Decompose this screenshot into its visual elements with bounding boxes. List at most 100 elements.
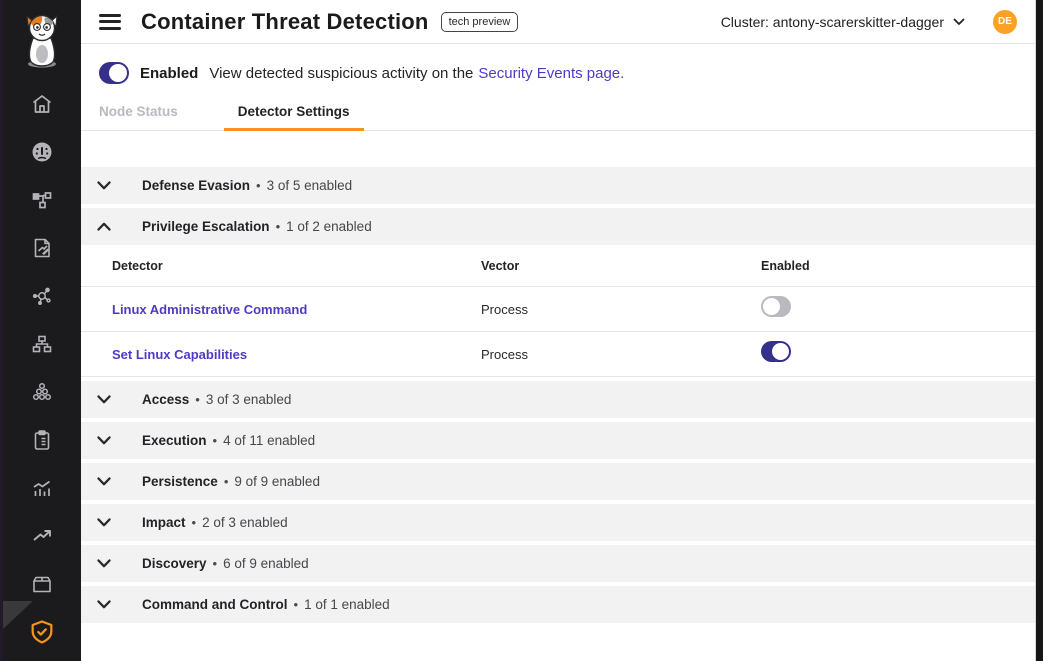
- tab-bar: Node Status Detector Settings: [81, 104, 1035, 130]
- sidebar-item-endpoints[interactable]: [3, 368, 81, 416]
- detector-row: Linux Administrative CommandProcess: [81, 287, 1035, 332]
- sidebar-item-home[interactable]: [3, 80, 81, 128]
- enabled-description: View detected suspicious activity on the: [209, 65, 473, 82]
- main-panel: Container Threat Detection tech preview …: [81, 0, 1036, 661]
- accordion-header-defense-evasion[interactable]: Defense Evasion•3 of 5 enabled: [81, 167, 1035, 204]
- subheader: Enabled View detected suspicious activit…: [81, 44, 1035, 131]
- detector-table: DetectorVectorEnabledLinux Administrativ…: [81, 245, 1035, 377]
- section-enabled-count: 2 of 3 enabled: [202, 515, 288, 530]
- accordion-header-impact[interactable]: Impact • 2 of 3 enabled: [81, 504, 1035, 541]
- bullet-separator: •: [294, 597, 299, 612]
- section-name: Execution: [142, 433, 207, 448]
- sidebar-item-dashboard[interactable]: [3, 128, 81, 176]
- chevron-down-icon: [97, 559, 111, 568]
- section-enabled-count: 6 of 9 enabled: [223, 556, 309, 571]
- tab-node-status[interactable]: Node Status: [85, 104, 192, 130]
- chevron-down-icon: [97, 600, 111, 609]
- chevron-down-icon: [97, 436, 111, 445]
- hamburger-icon: [99, 14, 121, 17]
- policies-document-icon: [30, 236, 54, 260]
- chevron-up-icon: [97, 222, 111, 231]
- detector-enabled-toggle[interactable]: [761, 341, 791, 362]
- section-enabled-count: 1 of 2 enabled: [286, 219, 372, 234]
- timeline-chart-icon: [30, 476, 54, 500]
- topology-icon: [30, 332, 54, 356]
- sidebar-item-activity[interactable]: [3, 512, 81, 560]
- bullet-separator: •: [213, 433, 218, 448]
- accordion-section: Execution • 4 of 11 enabled: [81, 422, 1035, 459]
- accordion-section: Defense Evasion•3 of 5 enabled: [81, 167, 1035, 204]
- sidebar-item-timeline[interactable]: [3, 464, 81, 512]
- detector-link[interactable]: Set Linux Capabilities: [112, 347, 481, 362]
- accordion-header-command-and-control[interactable]: Command and Control•1 of 1 enabled: [81, 586, 1035, 623]
- accordion-section: Impact • 2 of 3 enabled: [81, 504, 1035, 541]
- accordion-header-persistence[interactable]: Persistence•9 of 9 enabled: [81, 463, 1035, 500]
- user-avatar[interactable]: DE: [993, 10, 1017, 34]
- cluster-selector[interactable]: Cluster: antony-scarerskitter-dagger: [721, 14, 965, 30]
- bullet-separator: •: [192, 515, 197, 530]
- section-name: Defense Evasion: [142, 178, 250, 193]
- column-header: Detector: [112, 259, 481, 273]
- home-icon: [30, 92, 54, 116]
- bullet-separator: •: [195, 392, 200, 407]
- section-name: Persistence: [142, 474, 218, 489]
- detector-vector: Process: [481, 302, 761, 317]
- chevron-down-icon: [97, 181, 111, 190]
- topbar: Container Threat Detection tech preview …: [81, 0, 1035, 44]
- section-name: Discovery: [142, 556, 207, 571]
- section-name: Access: [142, 392, 189, 407]
- section-enabled-count: 9 of 9 enabled: [234, 474, 320, 489]
- calico-logo[interactable]: [3, 0, 81, 80]
- section-name: Privilege Escalation: [142, 219, 270, 234]
- accordion-section: Access • 3 of 3 enabled: [81, 381, 1035, 418]
- chevron-down-icon: [953, 18, 965, 26]
- endpoints-cluster-icon: [30, 380, 54, 404]
- bullet-separator: •: [276, 219, 281, 234]
- section-enabled-count: 3 of 5 enabled: [267, 178, 353, 193]
- tech-preview-badge: tech preview: [441, 12, 519, 32]
- detector-enabled-toggle[interactable]: [761, 296, 791, 317]
- chevron-down-icon: [97, 477, 111, 486]
- calico-cat-logo-image: [19, 10, 65, 70]
- app-window: Container Threat Detection tech preview …: [0, 0, 1043, 661]
- accordion-section: Discovery • 6 of 9 enabled: [81, 545, 1035, 582]
- service-graph-icon: [30, 188, 54, 212]
- accordion-header-access[interactable]: Access • 3 of 3 enabled: [81, 381, 1035, 418]
- cluster-selector-label: Cluster: antony-scarerskitter-dagger: [721, 14, 944, 30]
- sidebar-corner-fold: [3, 601, 33, 629]
- enabled-label: Enabled: [140, 65, 198, 82]
- accordion-header-privilege-escalation[interactable]: Privilege Escalation • 1 of 2 enabled: [81, 208, 1035, 245]
- window-edge-strip: [1036, 0, 1043, 661]
- sidebar-item-service-graph[interactable]: [3, 176, 81, 224]
- activity-trend-icon: [30, 524, 54, 548]
- detector-table-header: DetectorVectorEnabled: [81, 245, 1035, 287]
- column-header: Enabled: [761, 259, 1035, 273]
- chevron-down-icon: [97, 518, 111, 527]
- image-assurance-box-icon: [30, 572, 54, 596]
- section-enabled-count: 3 of 3 enabled: [206, 392, 292, 407]
- detector-link[interactable]: Linux Administrative Command: [112, 302, 481, 317]
- chevron-down-icon: [97, 395, 111, 404]
- accordion-section: Command and Control•1 of 1 enabled: [81, 586, 1035, 623]
- section-enabled-count: 4 of 11 enabled: [223, 433, 315, 448]
- dashboard-gauge-icon: [30, 140, 54, 164]
- section-enabled-count: 1 of 1 enabled: [304, 597, 390, 612]
- sidebar-item-policies[interactable]: [3, 224, 81, 272]
- detection-enabled-toggle[interactable]: [99, 62, 129, 84]
- accordion-header-discovery[interactable]: Discovery • 6 of 9 enabled: [81, 545, 1035, 582]
- accordion-section: Persistence•9 of 9 enabled: [81, 463, 1035, 500]
- tab-detector-settings[interactable]: Detector Settings: [224, 104, 364, 130]
- detector-accordion-list: Defense Evasion•3 of 5 enabledPrivilege …: [81, 131, 1035, 661]
- detector-row: Set Linux CapabilitiesProcess: [81, 332, 1035, 377]
- sidebar-item-topology[interactable]: [3, 320, 81, 368]
- sidebar-item-compliance[interactable]: [3, 416, 81, 464]
- accordion-header-execution[interactable]: Execution • 4 of 11 enabled: [81, 422, 1035, 459]
- column-header: Vector: [481, 259, 761, 273]
- menu-toggle-button[interactable]: [99, 14, 121, 30]
- network-nodes-icon: [30, 284, 54, 308]
- security-events-link[interactable]: Security Events page.: [478, 65, 624, 82]
- section-name: Impact: [142, 515, 186, 530]
- detector-vector: Process: [481, 347, 761, 362]
- sidebar-item-network-sets[interactable]: [3, 272, 81, 320]
- bullet-separator: •: [213, 556, 218, 571]
